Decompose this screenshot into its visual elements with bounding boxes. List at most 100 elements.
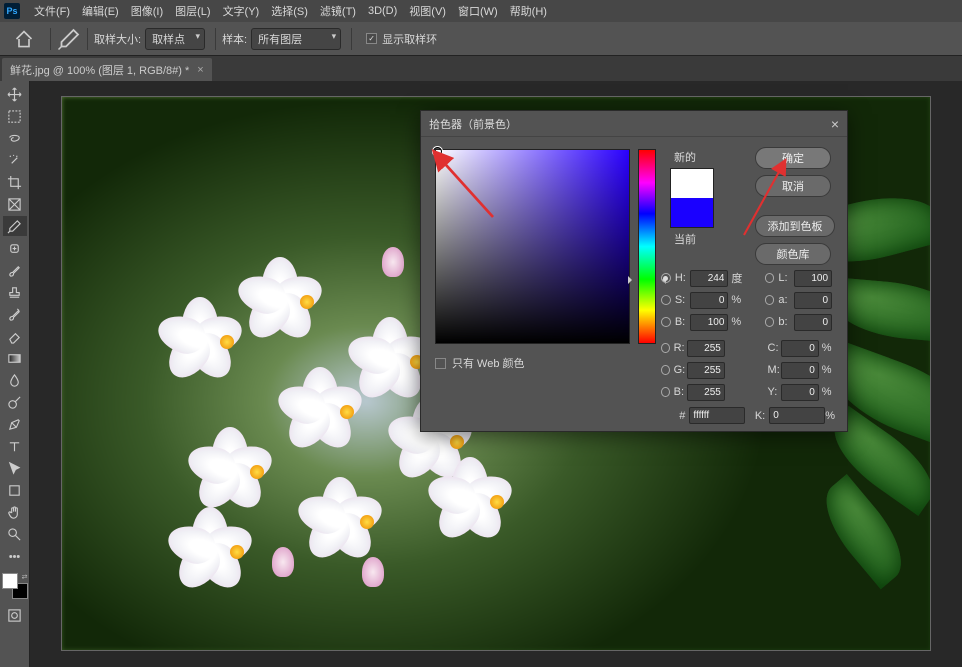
move-tool-icon[interactable] [3,84,27,104]
a-label: a: [778,294,794,306]
menu-window[interactable]: 窗口(W) [452,3,504,19]
web-only-checkbox[interactable]: 只有 Web 颜色 [435,355,525,371]
dodge-tool-icon[interactable] [3,392,27,412]
sv-cursor-icon [433,147,442,156]
hex-input[interactable] [689,407,745,424]
current-color-swatch [671,198,713,227]
toolbar-more-icon[interactable] [3,546,27,566]
g-input[interactable] [687,362,725,379]
menu-help[interactable]: 帮助(H) [504,3,553,19]
ok-button[interactable]: 确定 [755,147,831,169]
show-ring-label: 显示取样环 [382,31,437,47]
m-unit: % [822,364,835,376]
add-swatch-button[interactable]: 添加到色板 [755,215,835,237]
h-unit: 度 [731,270,747,286]
color-libraries-button[interactable]: 颜色库 [755,243,831,265]
eraser-tool-icon[interactable] [3,326,27,346]
path-select-tool-icon[interactable] [3,458,27,478]
s-input[interactable] [690,292,728,309]
a-input[interactable] [794,292,832,309]
menu-image[interactable]: 图像(I) [125,3,169,19]
cancel-button[interactable]: 取消 [755,175,831,197]
s-radio[interactable] [661,295,671,305]
sample-dropdown[interactable]: 所有图层 [251,28,341,50]
current-color-label: 当前 [674,231,718,247]
b2-input[interactable] [794,314,832,331]
menu-file[interactable]: 文件(F) [28,3,76,19]
separator [351,28,352,50]
shape-tool-icon[interactable] [3,480,27,500]
b-radio[interactable] [661,387,670,397]
sample-label: 样本: [222,31,247,47]
m-input[interactable] [781,362,819,379]
sample-size-dropdown[interactable]: 取样点 [145,28,205,50]
menu-select[interactable]: 选择(S) [265,3,314,19]
healing-tool-icon[interactable] [3,238,27,258]
menu-view[interactable]: 视图(V) [403,3,452,19]
separator [215,28,216,50]
c-input[interactable] [781,340,819,357]
show-ring-checkbox[interactable]: ✓ 显示取样环 [366,31,437,47]
a-radio[interactable] [765,295,775,305]
document-tab-bar: 鲜花.jpg @ 100% (图层 1, RGB/8#) * × [0,56,962,81]
foreground-color-swatch[interactable] [2,573,18,589]
lasso-tool-icon[interactable] [3,128,27,148]
history-brush-tool-icon[interactable] [3,304,27,324]
r-input[interactable] [687,340,725,357]
h-radio[interactable] [661,273,671,283]
menu-filter[interactable]: 滤镜(T) [314,3,362,19]
eyedropper-preset-icon[interactable] [57,27,81,51]
pen-tool-icon[interactable] [3,414,27,434]
stamp-tool-icon[interactable] [3,282,27,302]
bv-unit: % [731,316,747,328]
y-input[interactable] [781,384,819,401]
sample-size-label: 取样大小: [94,31,141,47]
saturation-value-field[interactable] [435,149,630,344]
marquee-tool-icon[interactable] [3,106,27,126]
separator [50,28,51,50]
l-label: L: [778,272,794,284]
eyedropper-tool-icon[interactable] [3,216,27,236]
menu-edit[interactable]: 编辑(E) [76,3,125,19]
quickmask-icon[interactable] [3,605,27,625]
bv-label: B: [675,316,691,328]
close-icon[interactable]: × [197,64,203,76]
menu-text[interactable]: 文字(Y) [217,3,266,19]
k-input[interactable] [769,407,825,424]
l-input[interactable] [794,270,832,287]
color-preview[interactable] [670,168,714,228]
menu-layer[interactable]: 图层(L) [169,3,216,19]
s-unit: % [731,294,747,306]
hue-slider[interactable] [638,149,656,344]
r-radio[interactable] [661,343,670,353]
zoom-tool-icon[interactable] [3,524,27,544]
b-label: B: [674,386,687,398]
swap-colors-icon[interactable]: ⇄ [22,573,28,581]
gradient-tool-icon[interactable] [3,348,27,368]
dialog-titlebar[interactable]: 拾色器（前景色） × [421,111,847,137]
home-icon[interactable] [14,29,34,49]
menu-3d[interactable]: 3D(D) [362,5,403,17]
type-tool-icon[interactable] [3,436,27,456]
b2-radio[interactable] [765,317,775,327]
c-label: C: [768,342,781,354]
g-radio[interactable] [661,365,670,375]
separator [87,28,88,50]
frame-tool-icon[interactable] [3,194,27,214]
b-input[interactable] [687,384,725,401]
k-label: K: [755,410,765,422]
brush-tool-icon[interactable] [3,260,27,280]
crop-tool-icon[interactable] [3,172,27,192]
bv-input[interactable] [690,314,728,331]
s-label: S: [675,294,691,306]
h-input[interactable] [690,270,728,287]
hand-tool-icon[interactable] [3,502,27,522]
color-swatches[interactable]: ⇄ [2,573,28,599]
magic-wand-tool-icon[interactable] [3,150,27,170]
blur-tool-icon[interactable] [3,370,27,390]
document-tab[interactable]: 鲜花.jpg @ 100% (图层 1, RGB/8#) * × [2,58,212,81]
y-label: Y: [768,386,781,398]
bv-radio[interactable] [661,317,671,327]
l-radio[interactable] [765,273,775,283]
close-icon[interactable]: × [831,116,839,132]
